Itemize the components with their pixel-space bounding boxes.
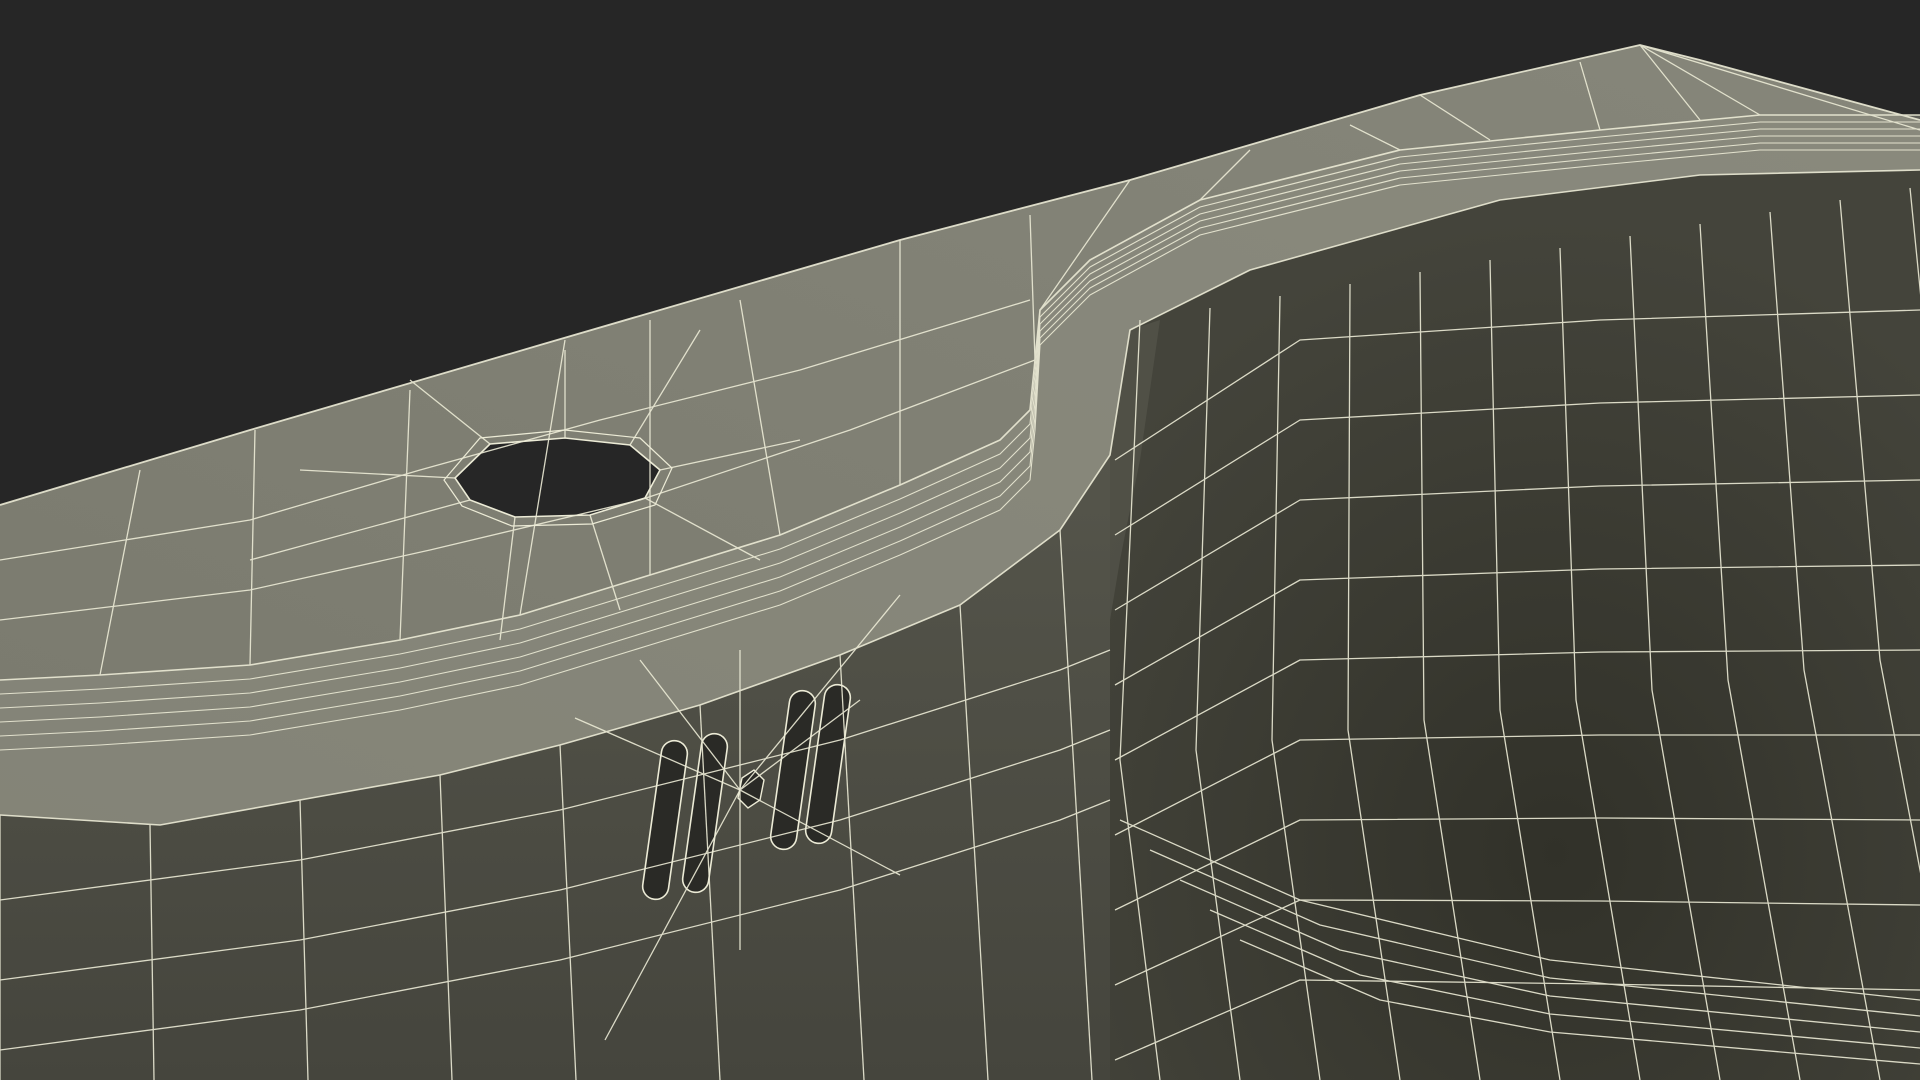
sink-wireframe-render (0, 0, 1920, 1080)
basin-interior (1110, 170, 1920, 1080)
render-viewport (0, 0, 1920, 1080)
